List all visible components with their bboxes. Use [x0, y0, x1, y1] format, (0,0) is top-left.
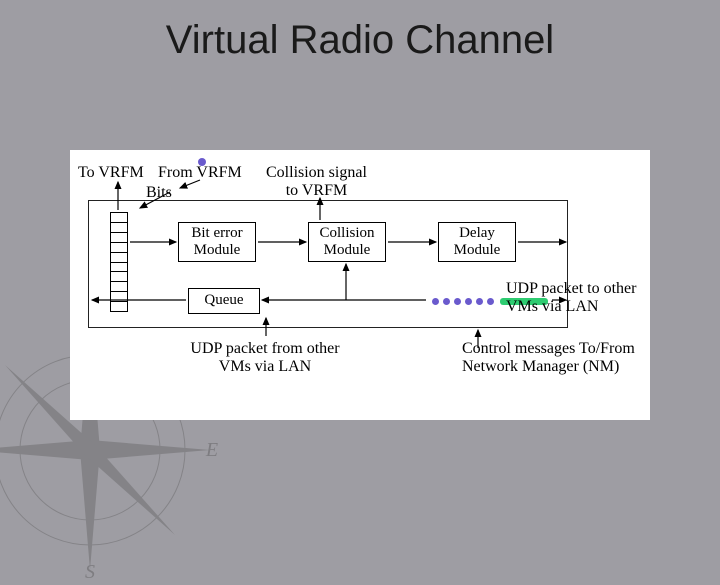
queue-label: Queue [204, 292, 243, 309]
bit-error-module-label: Bit error Module [179, 225, 255, 260]
bits-buffer [110, 212, 128, 312]
svg-text:S: S [85, 561, 95, 580]
label-bits: Bits [146, 184, 172, 202]
svg-text:E: E [205, 439, 218, 461]
bit-error-module: Bit error Module [178, 222, 256, 262]
label-to-vrfm: To VRFM [78, 164, 144, 182]
label-udp-from: UDP packet from other VMs via LAN [180, 340, 350, 377]
delay-module: Delay Module [438, 222, 516, 262]
queue-module: Queue [188, 288, 260, 314]
label-collision-signal: Collision signal to VRFM [266, 164, 367, 201]
label-udp-to: UDP packet to other VMs via LAN [506, 280, 656, 317]
delay-module-label: Delay Module [439, 225, 515, 260]
outer-container [88, 200, 568, 328]
label-control-msgs: Control messages To/From Network Manager… [462, 340, 652, 377]
dot-from-vrfm [198, 158, 206, 166]
collision-module-label: Collision Module [309, 225, 385, 260]
collision-module: Collision Module [308, 222, 386, 262]
packet-dots [432, 298, 494, 305]
page-title: Virtual Radio Channel [0, 18, 720, 63]
label-from-vrfm: From VRFM [158, 164, 242, 182]
diagram-area: To VRFM From VRFM Bits Collision signal … [70, 150, 650, 420]
